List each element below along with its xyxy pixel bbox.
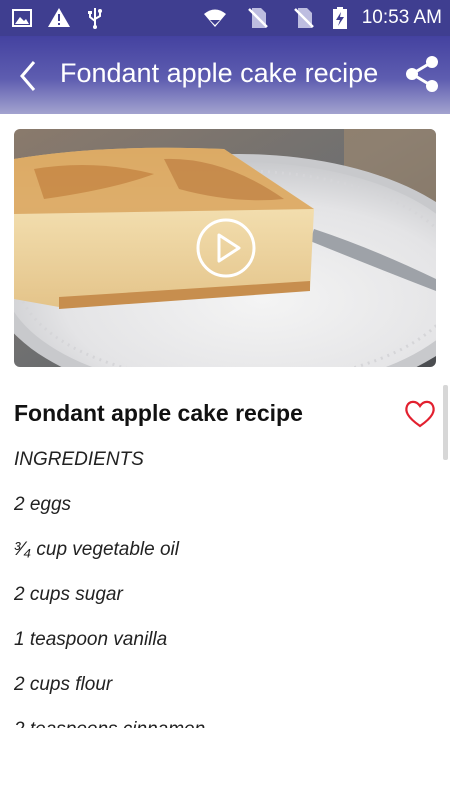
ingredient-line: 1 teaspoon vanilla — [14, 629, 168, 650]
recipe-title: Fondant apple cake recipe — [14, 400, 303, 426]
page-title: Fondant apple cake recipe — [60, 58, 379, 88]
ingredient-line: 2 eggs — [14, 494, 72, 515]
ingredient-line: ³⁄₄ cup vegetable oil — [14, 539, 179, 560]
ingredient-line: 2 teaspoons cinnamon — [14, 710, 434, 728]
heart-outline-icon[interactable] — [403, 398, 437, 430]
back-button[interactable] — [10, 54, 50, 98]
warning-icon — [48, 8, 70, 27]
usb-icon — [88, 8, 102, 29]
play-icon[interactable] — [195, 217, 257, 279]
clock: 10:53 AM — [361, 7, 442, 28]
share-icon[interactable] — [402, 54, 442, 94]
recipe-content: INGREDIENTS 2 eggs ³⁄₄ cup vegetable oil… — [14, 440, 434, 728]
no-sim-icon — [248, 8, 268, 28]
battery-charging-icon — [333, 7, 347, 29]
app-bar: Fondant apple cake recipe — [0, 36, 450, 114]
ingredient-line: 2 cups sugar — [14, 584, 123, 605]
video-thumbnail[interactable] — [14, 129, 436, 367]
wifi-icon — [204, 9, 226, 27]
status-bar: 10:53 AM — [0, 0, 450, 36]
scrollbar[interactable] — [443, 385, 448, 460]
image-icon — [12, 9, 32, 27]
no-sim-icon — [294, 8, 314, 28]
ingredient-line: 2 cups flour — [14, 674, 113, 695]
ingredients-heading: INGREDIENTS — [14, 449, 144, 470]
